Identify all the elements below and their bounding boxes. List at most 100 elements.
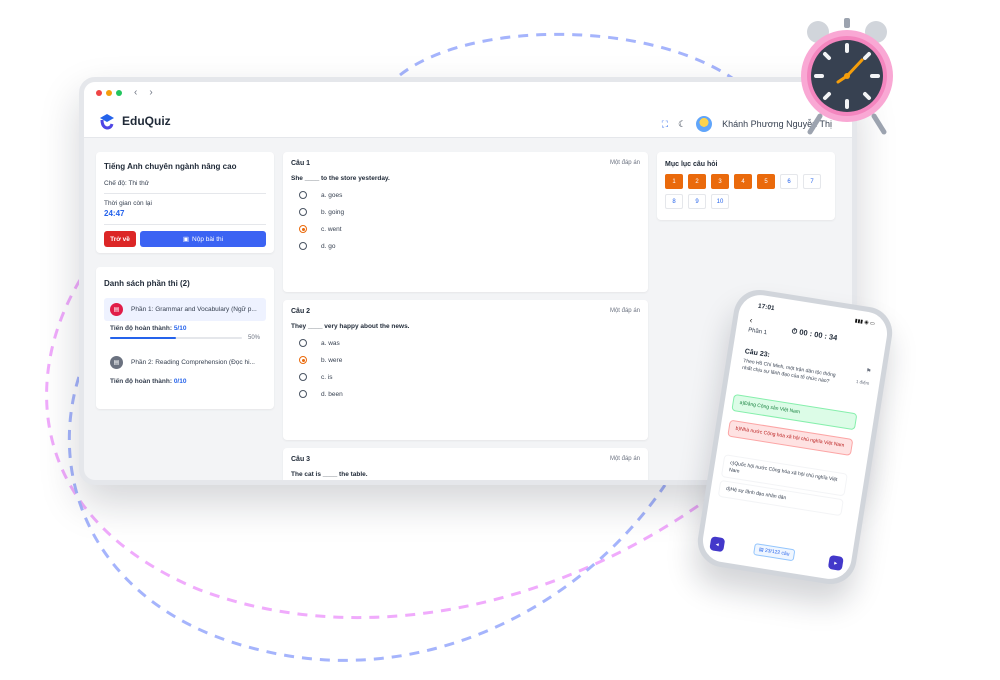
- option-label: b. were: [321, 356, 343, 364]
- radio-selected[interactable]: [299, 225, 307, 233]
- answer-option[interactable]: a. was: [299, 339, 640, 347]
- question-card: Câu 2 Một đáp án They ____ very happy abou…: [283, 300, 648, 440]
- radio-button[interactable]: [299, 242, 307, 250]
- question-type: Một đáp án: [609, 456, 640, 462]
- divider: [104, 193, 266, 194]
- phone-clock: 17:01: [757, 302, 775, 313]
- radio-selected[interactable]: [299, 356, 307, 364]
- answer-option[interactable]: a. goes: [299, 191, 640, 199]
- phone-question-counter[interactable]: ▤ 23/122 câu: [753, 543, 796, 562]
- radio-button[interactable]: [299, 390, 307, 398]
- exam-mode: Chế độ: Thi thử: [104, 180, 150, 187]
- question-text: They ____ very happy about the news.: [291, 323, 410, 330]
- question-index-card: Mục lục câu hỏi 1 2 3 4 5 6 7 8 9 10: [657, 152, 835, 220]
- phone-prev-button[interactable]: ◂: [709, 536, 726, 553]
- radio-button[interactable]: [299, 208, 307, 216]
- avatar[interactable]: [696, 116, 713, 132]
- radio-button[interactable]: [299, 373, 307, 381]
- phone-question-number: Câu 23:: [744, 348, 771, 360]
- question-index-cell[interactable]: 1: [665, 174, 683, 189]
- back-arrow-icon[interactable]: ‹: [134, 88, 137, 98]
- brand-name: EduQuiz: [122, 114, 171, 128]
- questions-column: Câu 1 Một đáp án She ____ to the store yes…: [283, 152, 648, 480]
- submit-label: Nộp bài thi: [192, 235, 224, 243]
- question-index-grid: 1 2 3 4 5 6 7 8 9 10: [665, 174, 827, 209]
- progress-value: 5/10: [173, 325, 187, 332]
- sections-title: Danh sách phần thi (2): [104, 279, 190, 288]
- option-label: a. was: [321, 339, 340, 347]
- exam-info-card: Tiếng Anh chuyên ngành nâng cao Chế độ: …: [96, 152, 274, 253]
- forward-arrow-icon[interactable]: ›: [149, 88, 152, 98]
- time-remaining: 24:47: [104, 209, 125, 218]
- question-index-cell[interactable]: 7: [803, 174, 821, 189]
- phone-points: 1 điểm: [855, 378, 870, 386]
- time-label: Thời gian còn lại: [104, 200, 152, 207]
- question-index-cell[interactable]: 10: [711, 194, 729, 209]
- section-item[interactable]: ▤ Phần 2: Reading Comprehension (Đọc hi..…: [104, 351, 266, 385]
- progress-bar-fill: [110, 337, 176, 339]
- radio-button[interactable]: [299, 339, 307, 347]
- answer-option[interactable]: b. were: [299, 356, 640, 364]
- section-header[interactable]: ▤ Phần 1: Grammar and Vocabulary (Ngữ p..…: [104, 298, 266, 321]
- option-label: a. goes: [321, 191, 343, 199]
- progress-bar: 50%: [110, 335, 260, 341]
- top-bar: ‹ › EduQuiz ⛶ ☾ Khánh Phương Nguyễn Thị: [84, 82, 852, 138]
- question-type: Một đáp án: [609, 308, 640, 314]
- phone-timer: ⏱ 00 : 00 : 34: [790, 326, 839, 343]
- question-index-cell[interactable]: 5: [757, 174, 775, 189]
- question-index-cell[interactable]: 2: [688, 174, 706, 189]
- question-number: Câu 1: [291, 160, 311, 167]
- phone-next-button[interactable]: ▸: [827, 554, 844, 571]
- brand[interactable]: EduQuiz: [98, 112, 171, 130]
- question-card: Câu 3 Một đáp án The cat is ____ the table…: [283, 448, 648, 480]
- option-label: d. go: [321, 242, 336, 250]
- back-button[interactable]: Trở về: [104, 231, 136, 247]
- phone-part: Phần 1: [747, 327, 768, 337]
- section-progress: Tiến độ hoàn thành: 5/10: [110, 325, 260, 332]
- question-number: Câu 3: [291, 456, 311, 463]
- section-label: Phần 2: Reading Comprehension (Đọc hi...: [131, 359, 255, 366]
- question-index-cell[interactable]: 8: [665, 194, 683, 209]
- answer-option[interactable]: b. going: [299, 208, 640, 216]
- answer-option[interactable]: c. went: [299, 225, 640, 233]
- close-dot[interactable]: [96, 90, 102, 96]
- hero-scene: ‹ › EduQuiz ⛶ ☾ Khánh Phương Nguyễn Thị …: [0, 0, 1000, 680]
- maximize-dot[interactable]: [116, 90, 122, 96]
- section-item[interactable]: ▤ Phần 1: Grammar and Vocabulary (Ngữ p..…: [104, 298, 266, 341]
- submit-icon: ▣: [182, 236, 190, 243]
- submit-button[interactable]: ▣ Nộp bài thi: [140, 231, 266, 247]
- question-card: Câu 1 Một đáp án She ____ to the store yes…: [283, 152, 648, 292]
- flag-icon[interactable]: ⚑: [865, 367, 871, 375]
- eduquiz-logo-icon: [100, 114, 114, 130]
- progress-percent: 50%: [247, 335, 260, 341]
- option-label: c. went: [321, 225, 342, 233]
- moon-icon[interactable]: ☾: [678, 119, 686, 130]
- alarm-clock-icon: [801, 18, 893, 135]
- book-icon: ▤: [110, 303, 123, 316]
- option-label: c. is: [321, 373, 333, 381]
- answer-option[interactable]: c. is: [299, 373, 640, 381]
- question-index-cell[interactable]: 9: [688, 194, 706, 209]
- divider: [104, 224, 266, 225]
- radio-button[interactable]: [299, 191, 307, 199]
- question-index-cell[interactable]: 3: [711, 174, 729, 189]
- signal-battery-icon: ▮▮▮ ◉ ▭: [854, 317, 876, 328]
- question-index-title: Mục lục câu hỏi: [665, 161, 718, 168]
- phone-back-icon[interactable]: ‹: [749, 316, 753, 325]
- question-index-cell[interactable]: 4: [734, 174, 752, 189]
- left-column: Tiếng Anh chuyên ngành nâng cao Chế độ: …: [96, 152, 274, 409]
- progress-label: Tiến độ hoàn thành:: [110, 378, 172, 385]
- answer-option[interactable]: d. been: [299, 390, 640, 398]
- window-controls: ‹ ›: [96, 88, 153, 98]
- answer-option[interactable]: d. go: [299, 242, 640, 250]
- section-header[interactable]: ▤ Phần 2: Reading Comprehension (Đọc hi..…: [104, 351, 266, 374]
- fullscreen-icon[interactable]: ⛶: [662, 119, 668, 130]
- book-icon: ▤: [110, 356, 123, 369]
- question-text: She ____ to the store yesterday.: [291, 175, 390, 182]
- option-label: d. been: [321, 390, 343, 398]
- question-index-cell[interactable]: 6: [780, 174, 798, 189]
- right-column: Mục lục câu hỏi 1 2 3 4 5 6 7 8 9 10: [657, 152, 835, 220]
- question-text: The cat is ____ the table.: [291, 471, 368, 478]
- minimize-dot[interactable]: [106, 90, 112, 96]
- option-label: b. going: [321, 208, 345, 216]
